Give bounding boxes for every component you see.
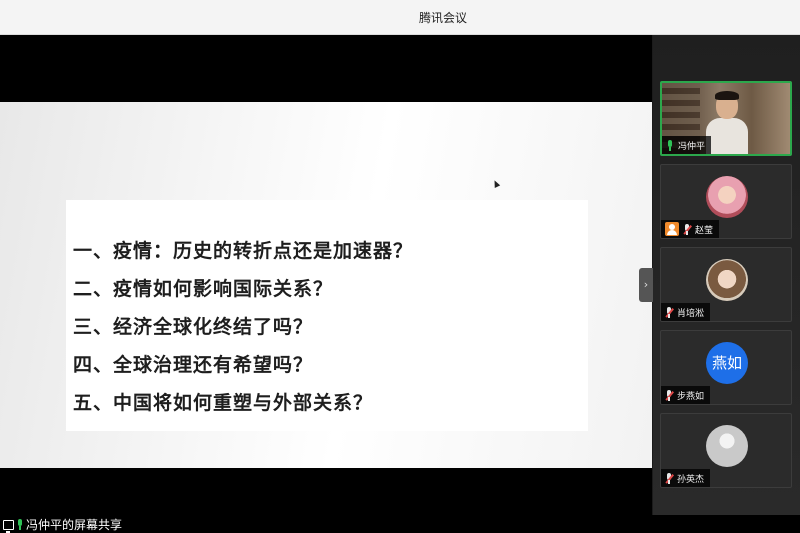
slide-line-3: 三、经济全球化终结了吗？ bbox=[73, 316, 314, 338]
participant-tile[interactable]: 赵莹 bbox=[660, 164, 792, 239]
participant-name: 步燕如 bbox=[677, 391, 705, 402]
slide-text-box: 一、疫情：历史的转折点还是加速器？ 二、疫情如何影响国际关系？ 三、经济全球化终… bbox=[66, 200, 588, 431]
participant-name: 肖培淞 bbox=[677, 308, 705, 319]
mic-muted-icon bbox=[665, 389, 674, 401]
initials-avatar: 燕如 bbox=[706, 342, 748, 384]
slide-line-2: 二、疫情如何影响国际关系？ bbox=[73, 278, 334, 300]
participant-tile-speaker[interactable]: 冯仲平 bbox=[660, 81, 792, 156]
mic-on-icon bbox=[666, 139, 674, 151]
participant-label: 孙英杰 bbox=[661, 469, 711, 487]
default-avatar-icon bbox=[706, 425, 748, 467]
screen-share-indicator[interactable]: 冯仲平的屏幕共享 bbox=[3, 516, 122, 533]
host-icon bbox=[665, 222, 679, 236]
slide-line-4: 四、全球治理还有希望吗？ bbox=[73, 354, 314, 376]
window-title: 腾讯会议 bbox=[418, 11, 467, 25]
screen-share-label: 冯仲平的屏幕共享 bbox=[26, 518, 123, 532]
mic-on-icon bbox=[16, 519, 24, 530]
presentation-slide: 一、疫情：历史的转折点还是加速器？ 二、疫情如何影响国际关系？ 三、经济全球化终… bbox=[0, 102, 652, 468]
participant-label: 赵莹 bbox=[661, 220, 720, 238]
participant-name: 冯仲平 bbox=[678, 141, 706, 152]
status-bar: 冯仲平的屏幕共享 bbox=[0, 515, 800, 533]
participants-panel: 冯仲平 赵莹 肖培淞 燕如 步燕如 孙英杰 bbox=[653, 35, 800, 515]
avatar bbox=[706, 176, 748, 218]
mic-muted-icon bbox=[665, 472, 674, 484]
collapse-panel-button[interactable]: › bbox=[639, 268, 653, 302]
slide-line-5: 五、中国将如何重塑与外部关系？ bbox=[73, 392, 374, 414]
participant-name: 赵莹 bbox=[695, 225, 714, 236]
slide-line-1: 一、疫情：历史的转折点还是加速器？ bbox=[73, 240, 414, 262]
meeting-window: 腾讯会议 一、疫情：历史的转折点还是加速器？ 二、疫情如何影响国际关系？ 三、经… bbox=[0, 0, 800, 533]
mic-muted-icon bbox=[665, 306, 674, 318]
mic-muted-icon bbox=[683, 223, 692, 235]
participant-label: 冯仲平 bbox=[662, 136, 712, 154]
participant-tile[interactable]: 燕如 步燕如 bbox=[660, 330, 792, 405]
participant-label: 步燕如 bbox=[661, 386, 711, 404]
person-figure bbox=[706, 91, 748, 154]
avatar bbox=[706, 259, 748, 301]
participant-tile[interactable]: 孙英杰 bbox=[660, 413, 792, 488]
participant-tile[interactable]: 肖培淞 bbox=[660, 247, 792, 322]
participant-label: 肖培淞 bbox=[661, 303, 711, 321]
shared-screen: 一、疫情：历史的转折点还是加速器？ 二、疫情如何影响国际关系？ 三、经济全球化终… bbox=[0, 35, 652, 515]
participant-name: 孙英杰 bbox=[677, 474, 705, 485]
screen-share-icon bbox=[3, 519, 14, 533]
title-bar: 腾讯会议 bbox=[0, 0, 800, 35]
